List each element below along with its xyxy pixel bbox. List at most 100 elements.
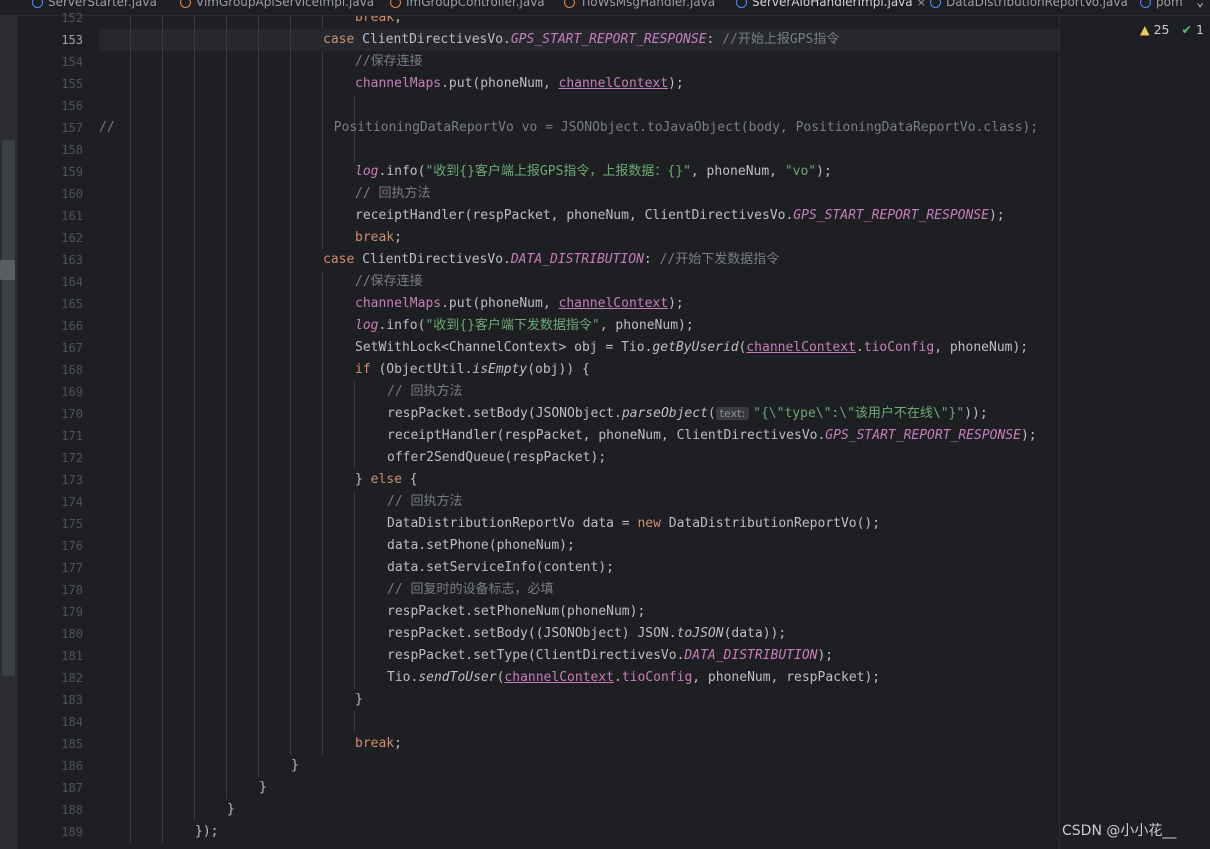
code-token: "{\"type\":\"该用户不在线\"}": [753, 406, 965, 421]
code-token: DataDistributionReportVo();: [668, 516, 881, 531]
code-line[interactable]: respPacket.setBody(JSONObject.parseObjec…: [387, 403, 988, 425]
line-number: 166: [61, 319, 83, 333]
tab-tiowsmsghandler-java[interactable]: TioWsMsgHandler.java: [564, 0, 715, 15]
warning-count: 25: [1153, 22, 1170, 37]
code-line[interactable]: receiptHandler(respPacket, phoneNum, Cli…: [355, 205, 1005, 227]
code-token: channelContext: [558, 76, 669, 91]
indent-guide: [322, 16, 323, 29]
code-line[interactable]: }: [291, 755, 299, 777]
code-token: .: [855, 340, 864, 355]
indent-guide: [322, 271, 323, 755]
code-token: log: [355, 318, 379, 333]
code-line[interactable]: log.info("收到{}客户端上报GPS指令，上报数据：{}", phone…: [355, 161, 832, 183]
line-number: 175: [61, 517, 83, 531]
line-number: 188: [61, 803, 83, 817]
line-number: 165: [61, 297, 83, 311]
code-token: }: [227, 802, 235, 817]
code-token: DataDistributionReportVo data =: [387, 516, 638, 531]
line-number: 171: [61, 429, 83, 443]
code-line[interactable]: // 回复时的设备标志，必填: [387, 579, 553, 601]
check-icon: ✔: [1181, 22, 1192, 37]
code-line[interactable]: data.setServiceInfo(content);: [387, 557, 614, 579]
code-line[interactable]: case ClientDirectivesVo.GPS_START_REPORT…: [323, 29, 839, 51]
code-line[interactable]: offer2SendQueue(respPacket);: [387, 447, 606, 469]
code-token: channelContext: [504, 670, 614, 685]
code-token: respPacket.setPhoneNum(phoneNum);: [387, 604, 646, 619]
code-line[interactable]: case ClientDirectivesVo.DATA_DISTRIBUTIO…: [323, 249, 779, 271]
code-line[interactable]: DataDistributionReportVo data = new Data…: [387, 513, 880, 535]
code-token: );: [668, 296, 684, 311]
code-line[interactable]: //保存连接: [355, 271, 423, 293]
parameter-hint: text:: [715, 407, 750, 420]
close-icon[interactable]: ×: [917, 0, 926, 9]
code-line[interactable]: // 回执方法: [387, 381, 462, 403]
code-line[interactable]: Tio.sendToUser(channelContext.tioConfig,…: [387, 667, 880, 689]
code-token: , phoneNum, respPacket);: [692, 670, 881, 685]
code-token: GPS_START_REPORT_RESPONSE: [510, 32, 707, 47]
code-line[interactable]: respPacket.setBody((JSONObject) JSON.toJ…: [387, 623, 786, 645]
java-class-icon: [1140, 0, 1151, 8]
code-token: );: [817, 648, 834, 663]
code-token: toJSON: [676, 626, 724, 641]
code-line[interactable]: // 回执方法: [387, 491, 462, 513]
line-number: 155: [61, 77, 83, 91]
line-number: 169: [61, 385, 83, 399]
code-line[interactable]: break;: [355, 227, 402, 249]
code-token: else: [370, 472, 410, 487]
code-token: // 回执方法: [355, 186, 431, 201]
line-number: 184: [61, 715, 83, 729]
line-number: 156: [61, 99, 83, 113]
tab-pom[interactable]: pom: [1140, 0, 1183, 15]
code-token: // 回执方法: [387, 384, 463, 399]
code-line[interactable]: respPacket.setPhoneNum(phoneNum);: [387, 601, 645, 623]
code-line[interactable]: break;: [355, 733, 402, 755]
scrollbar-thumb[interactable]: [0, 260, 15, 280]
code-line[interactable]: //保存连接: [355, 51, 423, 73]
code-line[interactable]: log.info("收到{}客户端下发数据指令", phoneNum);: [355, 315, 694, 337]
line-number: 153: [61, 33, 83, 47]
code-token: ;: [394, 230, 402, 245]
line-number: 181: [61, 649, 83, 663]
code-token: case: [323, 32, 363, 47]
indent-guide: [354, 381, 355, 469]
code-line[interactable]: });: [195, 821, 218, 843]
inspection-widget[interactable]: ▲ 25 ✔ 1: [1140, 22, 1204, 37]
code-line[interactable]: } else {: [355, 469, 418, 491]
chevron-down-icon[interactable]: ⌄: [1196, 0, 1204, 10]
code-token: case: [323, 252, 363, 267]
code-line[interactable]: }: [355, 689, 363, 711]
indent-guide: [354, 491, 355, 689]
line-number: 163: [61, 253, 83, 267]
right-margin-guide: [1059, 16, 1060, 849]
line-number: 179: [61, 605, 83, 619]
code-line[interactable]: // 回执方法: [355, 183, 430, 205]
code-token: (ObjectUtil.: [378, 362, 473, 377]
code-line[interactable]: // PositioningDataReportVo vo = JSONObje…: [99, 117, 1038, 139]
code-token: "vo": [784, 164, 817, 179]
tab-serveraiohandlerimpl-java[interactable]: ServerAioHandlerImpl.java ×: [736, 0, 926, 15]
code-line[interactable]: break;: [355, 16, 410, 29]
code-token: }: [355, 692, 363, 707]
code-token: ));: [964, 406, 988, 421]
code-token: .info(: [378, 318, 426, 333]
tool-window-strip: [2, 140, 15, 676]
line-number: 172: [61, 451, 83, 465]
code-line[interactable]: }: [227, 799, 235, 821]
line-number: 178: [61, 583, 83, 597]
code-token: respPacket.setBody(JSONObject.: [387, 406, 622, 421]
code-token: {: [409, 472, 418, 487]
code-line[interactable]: }: [259, 777, 267, 799]
code-line[interactable]: if (ObjectUtil.isEmpty(obj)) {: [355, 359, 590, 381]
code-line[interactable]: SetWithLock<ChannelContext> obj = Tio.ge…: [355, 337, 1028, 359]
code-line[interactable]: data.setPhone(phoneNum);: [387, 535, 575, 557]
code-line[interactable]: respPacket.setType(ClientDirectivesVo.DA…: [387, 645, 833, 667]
tab-datadistributionreportvo-java[interactable]: DataDistributionReportVo.java: [930, 0, 1128, 15]
tab-imgroupcontroller-java[interactable]: ImGroupController.java: [390, 0, 545, 15]
code-line[interactable]: channelMaps.put(phoneNum, channelContext…: [355, 293, 684, 315]
code-token: if: [355, 362, 379, 377]
tab-vimgroupapiserviceimpl-java[interactable]: VimGroupApiServiceImpl.java: [180, 0, 374, 15]
code-editor[interactable]: break; case ClientDirectivesVo.GPS_START…: [99, 16, 1059, 849]
code-token: ;: [394, 736, 402, 751]
code-line[interactable]: receiptHandler(respPacket, phoneNum, Cli…: [387, 425, 1037, 447]
code-line[interactable]: channelMaps.put(phoneNum, channelContext…: [355, 73, 684, 95]
